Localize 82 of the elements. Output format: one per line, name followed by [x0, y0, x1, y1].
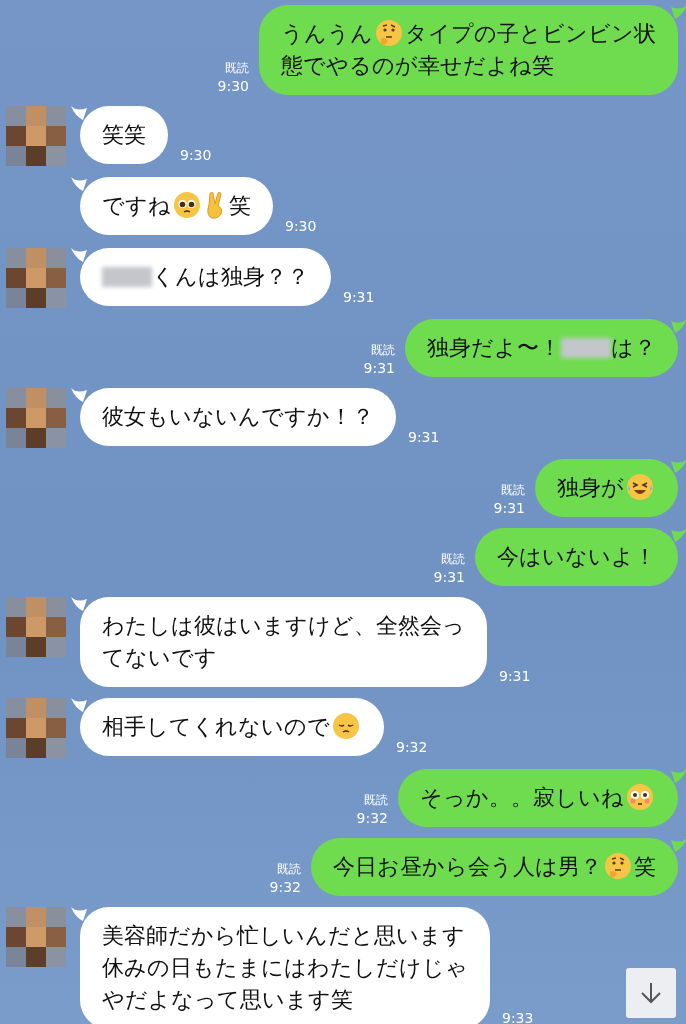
- bubble-tail: [671, 459, 686, 473]
- message-bubble[interactable]: 独身が: [535, 459, 678, 517]
- read-receipt: 既読: [277, 861, 301, 878]
- message-text: 今日お昼から会う人は男？: [333, 854, 602, 879]
- blurred-avatar[interactable]: [6, 106, 66, 166]
- message-bubble[interactable]: 独身だよ〜！ は？: [405, 319, 678, 377]
- read-receipt: 既読: [441, 551, 465, 568]
- message-text: くんは独身？？: [152, 264, 309, 289]
- blurred-avatar[interactable]: [6, 907, 66, 967]
- message-bubble[interactable]: 笑笑: [80, 106, 168, 164]
- blurred-avatar[interactable]: [6, 597, 66, 657]
- blurred-avatar[interactable]: [6, 388, 66, 448]
- message-bubble[interactable]: うんうん タイプの子とビンビン状 態でやるのが幸せだよね笑: [259, 5, 678, 95]
- read-receipt: 既読: [371, 342, 395, 359]
- message-text: うんうん: [281, 21, 373, 46]
- message-time: 9:31: [433, 568, 465, 586]
- bubble-tail: [71, 698, 87, 712]
- blurred-avatar[interactable]: [6, 248, 66, 308]
- message-time: 9:30: [180, 146, 212, 164]
- message-time: 9:31: [499, 667, 531, 685]
- message-time: 9:31: [493, 499, 525, 517]
- bubble-tail: [71, 177, 87, 191]
- message-time: 9:33: [502, 1009, 534, 1024]
- thinking-face-icon: [604, 852, 632, 880]
- down-arrow-icon: [639, 981, 663, 1005]
- message-text: 笑: [229, 193, 251, 218]
- message-text: は？: [611, 335, 656, 360]
- pleading-face-icon: [173, 191, 201, 219]
- message-text: てないです: [102, 645, 217, 670]
- message-text: タイプの子とビンビン状: [405, 21, 656, 46]
- message-bubble[interactable]: そっか。。寂しいね: [398, 769, 678, 827]
- message-time: 9:32: [396, 738, 428, 756]
- message-bubble[interactable]: 美容師だから忙しいんだと思います 休みの日もたまにはわたしだけじゃ やだよなって思います笑: [80, 907, 490, 1024]
- message-time: 9:31: [343, 288, 375, 306]
- message-text: 態でやるのが幸せだよね笑: [281, 53, 554, 78]
- message-text: そっか。。寂しいね: [420, 785, 624, 810]
- message-text: 美容師だから忙しいんだと思います: [102, 923, 465, 948]
- bubble-tail: [671, 769, 686, 783]
- read-receipt: 既読: [225, 60, 249, 77]
- bubble-tail: [671, 319, 686, 333]
- message-text: 休みの日もたまにはわたしだけじゃ: [102, 955, 468, 980]
- message-text: 笑笑: [102, 122, 146, 147]
- blurred-avatar[interactable]: [6, 698, 66, 758]
- message-bubble[interactable]: ですね 笑: [80, 177, 273, 235]
- message-time: 9:32: [356, 809, 388, 827]
- message-text: やだよなって思います笑: [102, 987, 353, 1012]
- bubble-tail: [71, 106, 87, 120]
- redacted-name: [102, 267, 152, 287]
- thinking-face-icon: [375, 19, 403, 47]
- message-bubble[interactable]: 彼女もいないんですか！？: [80, 388, 396, 446]
- redacted-name: [561, 338, 611, 358]
- laughing-face-icon: [626, 473, 654, 501]
- message-time: 9:31: [408, 428, 440, 446]
- message-text: 相手してくれないので: [102, 714, 330, 739]
- bubble-tail: [71, 248, 87, 262]
- bubble-tail: [71, 597, 87, 611]
- message-text: 独身が: [557, 475, 624, 500]
- message-bubble[interactable]: わたしは彼はいますけど、全然会っ てないです: [80, 597, 487, 687]
- message-bubble[interactable]: 今はいないよ！: [475, 528, 678, 586]
- message-time: 9:31: [363, 359, 395, 377]
- message-text: 今はいないよ！: [497, 544, 656, 569]
- message-text: 彼女もいないんですか！？: [102, 404, 374, 429]
- message-bubble[interactable]: 今日お昼から会う人は男？ 笑: [311, 838, 678, 896]
- bubble-tail: [671, 5, 686, 19]
- message-bubble[interactable]: 相手してくれないので: [80, 698, 384, 756]
- read-receipt: 既読: [364, 792, 388, 809]
- bubble-tail: [71, 388, 87, 402]
- message-text: ですね: [102, 193, 171, 218]
- message-text: わたしは彼はいますけど、全然会っ: [102, 613, 465, 638]
- bubble-tail: [71, 907, 87, 921]
- read-receipt: 既読: [501, 482, 525, 499]
- message-time: 9:30: [217, 77, 249, 95]
- scroll-down-button[interactable]: [626, 968, 676, 1018]
- bubble-tail: [671, 838, 686, 852]
- message-text: 独身だよ〜！: [427, 335, 561, 360]
- message-time: 9:30: [285, 217, 317, 235]
- pensive-face-icon: [332, 712, 360, 740]
- message-text: 笑: [634, 854, 656, 879]
- bubble-tail: [671, 528, 686, 542]
- message-time: 9:32: [269, 878, 301, 896]
- message-bubble[interactable]: くんは独身？？: [80, 248, 331, 306]
- flushed-face-icon: [626, 783, 654, 811]
